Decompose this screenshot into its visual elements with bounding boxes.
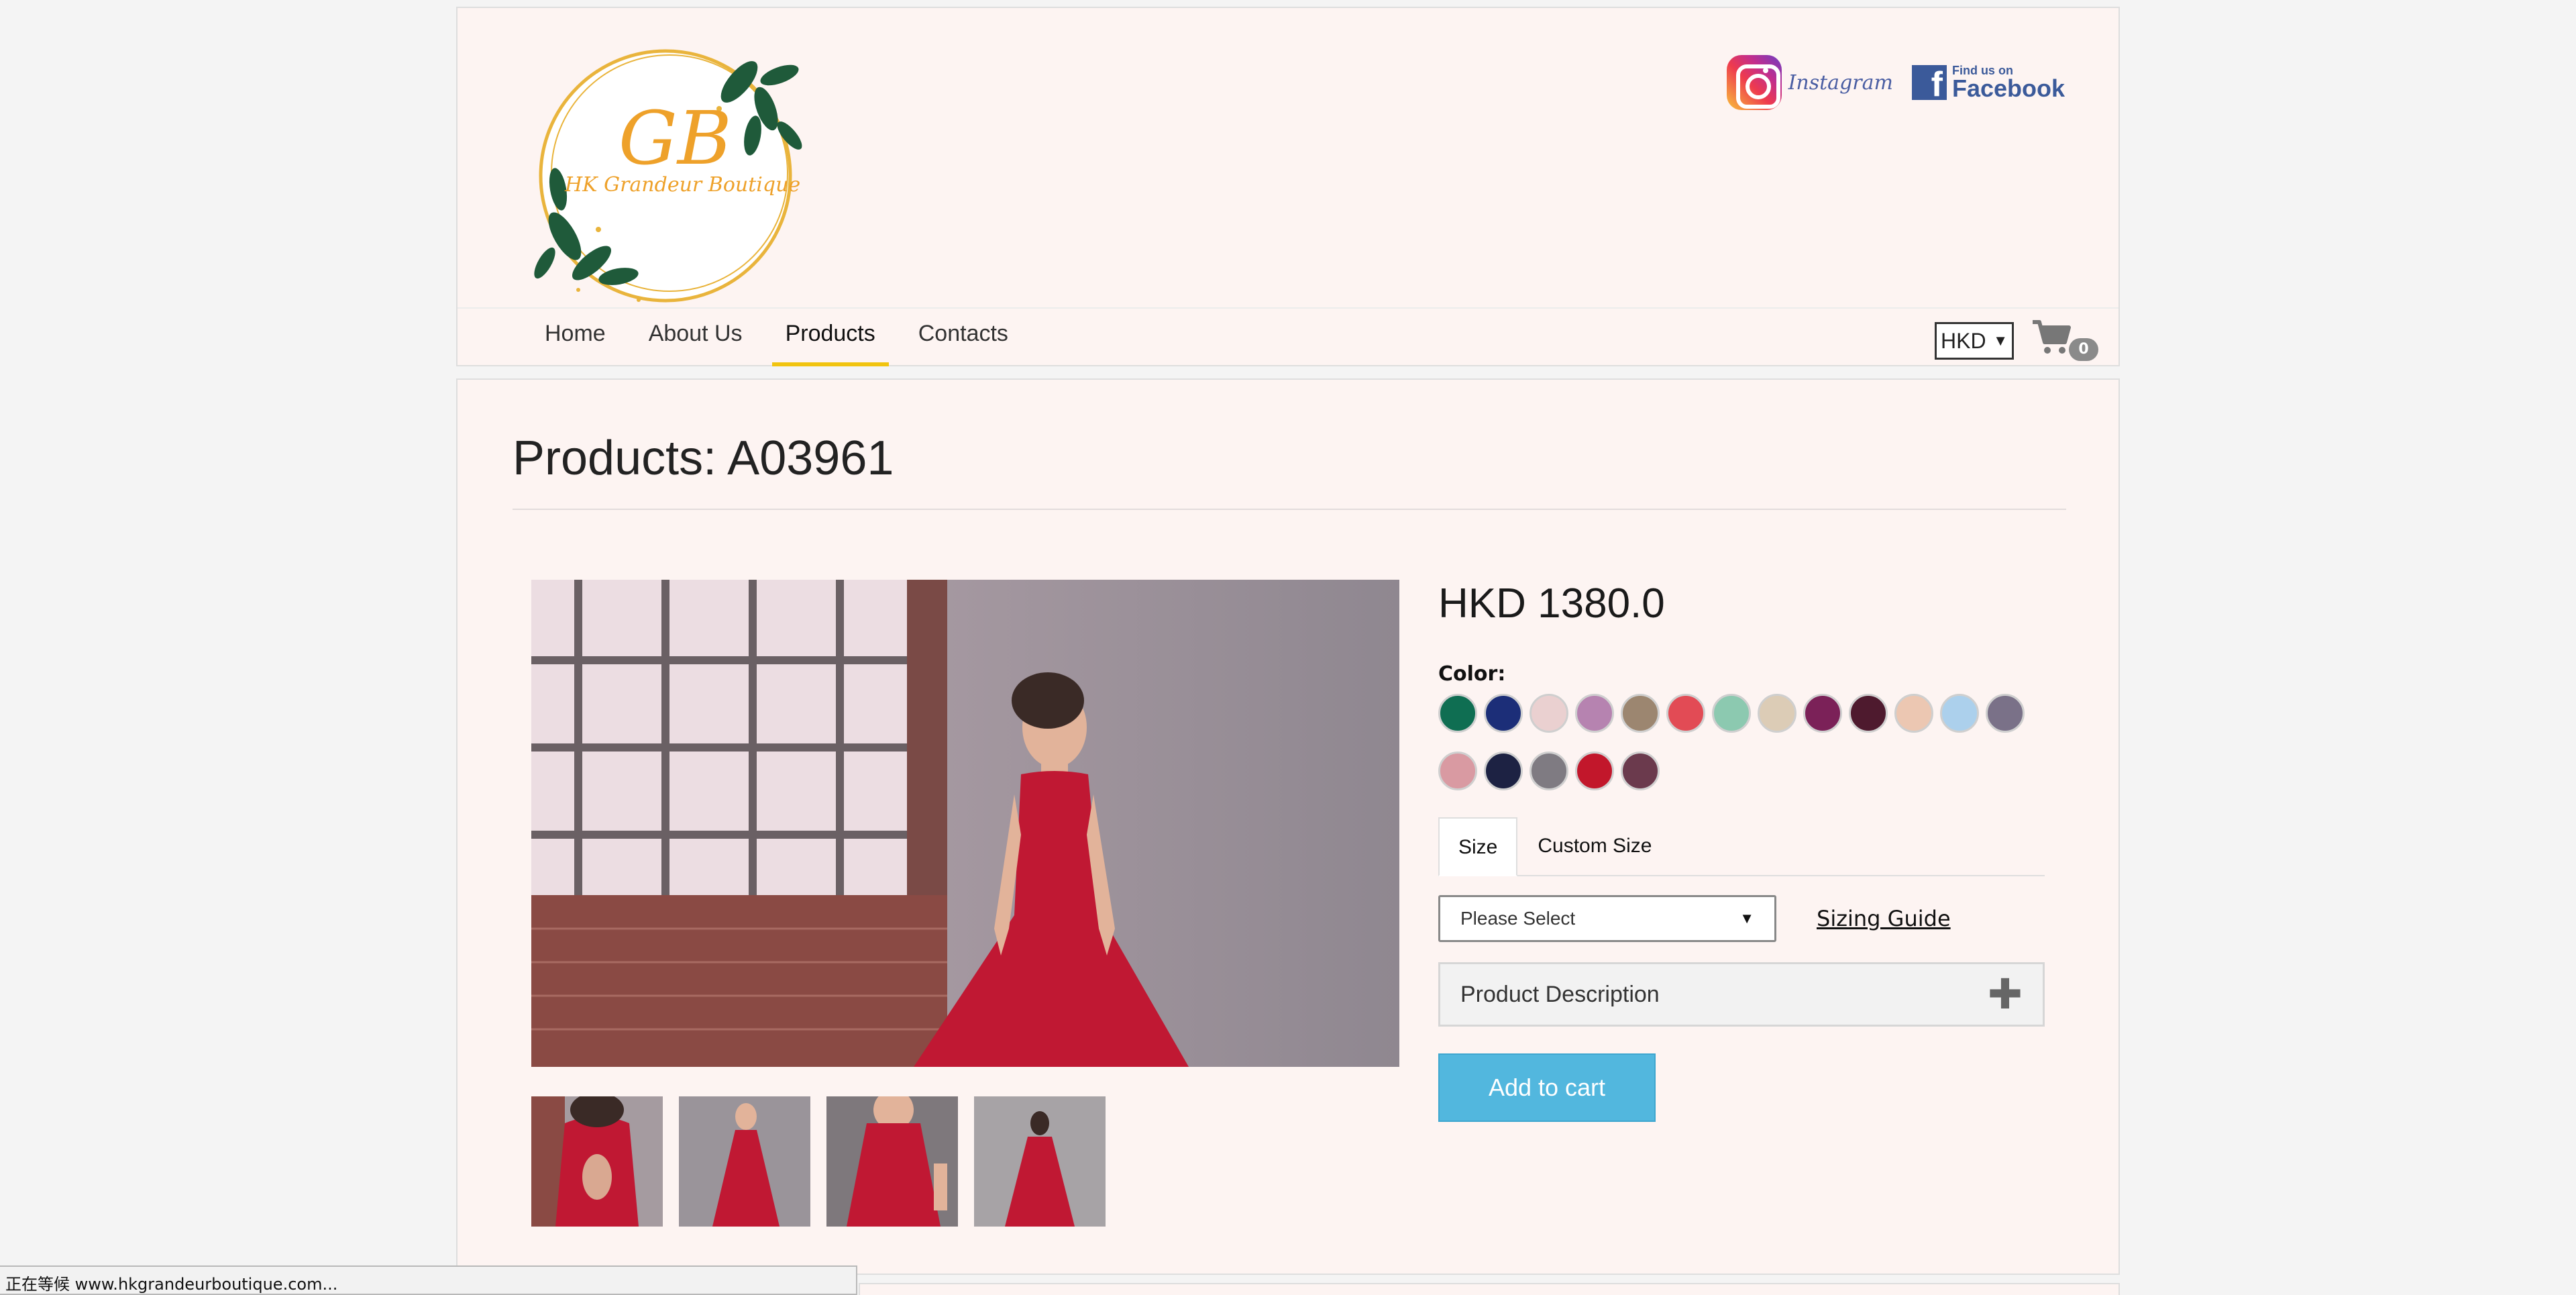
color-swatch-18[interactable]	[1621, 752, 1660, 790]
social-links: Instagram f Find us on Facebook	[1726, 55, 2065, 110]
chevron-down-icon: ▼	[1739, 910, 1754, 927]
size-select-value: Please Select	[1460, 908, 1576, 929]
product-section: Products: A03961 HKD 1380.0 Color: Size …	[456, 378, 2120, 1275]
currency-value: HKD	[1941, 328, 1986, 353]
size-tabs: Size Custom Size	[1438, 817, 2045, 876]
color-swatch-15[interactable]	[1484, 752, 1523, 790]
color-swatch-13[interactable]	[1986, 694, 2025, 733]
chevron-down-icon: ▼	[1993, 332, 2008, 349]
product-price: HKD 1380.0	[1438, 580, 1665, 627]
facebook-link[interactable]: f Find us on Facebook	[1911, 64, 2065, 102]
color-swatch-list	[1438, 694, 2042, 790]
color-label: Color:	[1438, 662, 1506, 686]
thumbnail-strip	[531, 1096, 1106, 1227]
color-swatch-10[interactable]	[1849, 694, 1888, 733]
logo-initials: GB	[619, 95, 732, 181]
product-main-image[interactable]	[531, 580, 1399, 1067]
color-swatch-14[interactable]	[1438, 752, 1477, 790]
plus-icon: ✚	[1988, 970, 2023, 1019]
color-swatch-6[interactable]	[1666, 694, 1705, 733]
color-swatch-1[interactable]	[1438, 694, 1477, 733]
color-swatch-7[interactable]	[1712, 694, 1751, 733]
facebook-icon: f	[1911, 65, 1947, 100]
thumbnail-2[interactable]	[679, 1096, 810, 1227]
color-swatch-11[interactable]	[1894, 694, 1933, 733]
color-swatch-4[interactable]	[1575, 694, 1614, 733]
cart-count-badge: 0	[2069, 338, 2098, 361]
nav-item-home[interactable]: Home	[531, 309, 619, 366]
size-select[interactable]: Please Select ▼	[1438, 895, 1776, 942]
color-swatch-16[interactable]	[1529, 752, 1568, 790]
thumbnail-4[interactable]	[974, 1096, 1106, 1227]
nav-item-contacts[interactable]: Contacts	[905, 309, 1022, 366]
next-section	[859, 1283, 2120, 1295]
nav-item-products[interactable]: Products	[771, 309, 889, 366]
page-title: Products: A03961	[513, 431, 894, 485]
color-swatch-3[interactable]	[1529, 694, 1568, 733]
tab-custom-size[interactable]: Custom Size	[1517, 817, 1672, 876]
title-divider	[513, 509, 2066, 510]
site-header: GB HK Grandeur Boutique Instagram f Find…	[456, 7, 2120, 366]
add-to-cart-button[interactable]: Add to cart	[1438, 1053, 1656, 1122]
brand-logo[interactable]: GB HK Grandeur Boutique	[518, 35, 813, 317]
nav-item-about-us[interactable]: About Us	[635, 309, 756, 366]
color-swatch-8[interactable]	[1758, 694, 1796, 733]
thumbnail-1[interactable]	[531, 1096, 663, 1227]
color-swatch-2[interactable]	[1484, 694, 1523, 733]
instagram-link[interactable]: Instagram	[1726, 55, 1893, 110]
color-swatch-12[interactable]	[1940, 694, 1979, 733]
browser-status-bar: 正在等候 www.hkgrandeurboutique.com...	[0, 1265, 857, 1295]
cart-button[interactable]: 0	[2031, 318, 2105, 362]
product-description-toggle[interactable]: Product Description ✚	[1438, 962, 2045, 1027]
logo-name: HK Grandeur Boutique	[565, 173, 801, 197]
product-description-title: Product Description	[1460, 981, 1660, 1007]
color-swatch-9[interactable]	[1803, 694, 1842, 733]
instagram-label: Instagram	[1788, 70, 1893, 95]
currency-select[interactable]: HKD ▼	[1935, 322, 2014, 360]
thumbnail-3[interactable]	[826, 1096, 958, 1227]
product-detail-panel: HKD 1380.0 Color: Size Custom Size Pleas…	[1438, 580, 2049, 1122]
instagram-icon	[1726, 55, 1782, 110]
color-swatch-5[interactable]	[1621, 694, 1660, 733]
main-nav: Home About Us Products Contacts HKD ▼ 0	[458, 307, 2118, 366]
cart-icon	[2033, 320, 2071, 354]
sizing-guide-link[interactable]: Sizing Guide	[1817, 906, 1951, 931]
tab-size[interactable]: Size	[1438, 817, 1518, 876]
facebook-label: Facebook	[1951, 74, 2065, 102]
color-swatch-17[interactable]	[1575, 752, 1614, 790]
